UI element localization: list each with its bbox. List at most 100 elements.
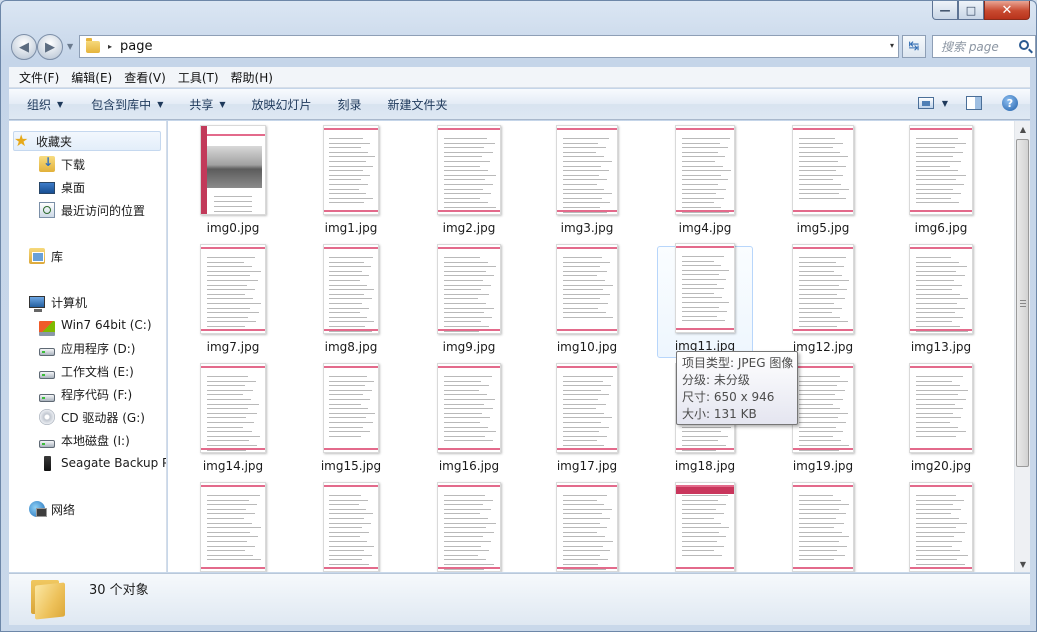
breadcrumb-page[interactable]: page bbox=[120, 39, 152, 54]
image-thumbnail bbox=[323, 125, 379, 215]
scroll-thumb[interactable] bbox=[1016, 139, 1029, 467]
organize-button[interactable]: 组织 ▼ bbox=[19, 96, 73, 113]
nav-desktop-label: 桌面 bbox=[61, 180, 86, 195]
file-item[interactable]: img14.jpg bbox=[185, 363, 281, 477]
image-thumbnail bbox=[675, 243, 735, 333]
tooltip-type: 项目类型: JPEG 图像 bbox=[682, 356, 794, 370]
menu-tools[interactable]: 工具(T) bbox=[172, 69, 225, 86]
file-item[interactable]: img1.jpg bbox=[303, 125, 399, 239]
file-item[interactable] bbox=[185, 482, 281, 572]
nav-network[interactable]: 网络 bbox=[29, 499, 75, 519]
nav-desktop[interactable]: 桌面 bbox=[39, 177, 85, 197]
slideshow-button[interactable]: 放映幻灯片 bbox=[244, 96, 322, 113]
address-bar[interactable]: ▸ page ▾ bbox=[79, 35, 899, 58]
file-item[interactable] bbox=[657, 482, 753, 572]
file-item[interactable] bbox=[893, 482, 989, 572]
search-icon[interactable] bbox=[1019, 40, 1029, 50]
search-input[interactable] bbox=[941, 39, 1015, 54]
file-name: img1.jpg bbox=[324, 221, 378, 235]
image-thumbnail bbox=[909, 363, 973, 453]
file-item[interactable]: img7.jpg bbox=[185, 244, 281, 358]
file-name: img17.jpg bbox=[556, 459, 618, 473]
hard-disk-icon bbox=[39, 371, 55, 379]
minimize-button[interactable]: — bbox=[932, 1, 958, 20]
file-item[interactable]: img9.jpg bbox=[421, 244, 517, 358]
search-box[interactable] bbox=[932, 35, 1036, 58]
scroll-down-button[interactable]: ▼ bbox=[1015, 556, 1031, 572]
details-pane: 30 个对象 bbox=[9, 573, 1030, 625]
file-name: img3.jpg bbox=[560, 221, 614, 235]
image-thumbnail bbox=[200, 482, 266, 572]
share-button[interactable]: 共享 ▼ bbox=[181, 96, 235, 113]
file-item[interactable]: img11.jpg bbox=[657, 243, 753, 358]
nav-recent-places[interactable]: 最近访问的位置 bbox=[39, 200, 145, 220]
command-bar-right: ▼ ? bbox=[917, 95, 1018, 111]
file-item[interactable]: img8.jpg bbox=[303, 244, 399, 358]
file-name: img13.jpg bbox=[910, 340, 972, 354]
nav-favorites[interactable]: ★ 收藏夹 bbox=[13, 131, 161, 151]
image-thumbnail bbox=[323, 482, 379, 572]
menu-view[interactable]: 查看(V) bbox=[118, 69, 172, 86]
file-item[interactable]: img2.jpg bbox=[421, 125, 517, 239]
file-item[interactable]: img6.jpg bbox=[893, 125, 989, 239]
file-item[interactable]: img17.jpg bbox=[539, 363, 635, 477]
nav-libraries-label: 库 bbox=[51, 249, 64, 264]
image-thumbnail bbox=[909, 125, 973, 215]
drive-label: 工作文档 (E:) bbox=[61, 364, 134, 379]
tooltip-size: 大小: 131 KB bbox=[682, 407, 757, 421]
menu-edit[interactable]: 编辑(E) bbox=[65, 69, 118, 86]
file-item[interactable]: img3.jpg bbox=[539, 125, 635, 239]
file-item[interactable] bbox=[539, 482, 635, 572]
file-item[interactable] bbox=[303, 482, 399, 572]
file-item[interactable] bbox=[775, 482, 871, 572]
change-view-icon[interactable] bbox=[917, 97, 934, 109]
nav-downloads[interactable]: 下载 bbox=[39, 154, 85, 174]
recent-pages-dropdown[interactable]: ▼ bbox=[67, 42, 73, 51]
file-item[interactable]: img20.jpg bbox=[893, 363, 989, 477]
chevron-down-icon: ▼ bbox=[57, 99, 64, 109]
file-item[interactable]: img15.jpg bbox=[303, 363, 399, 477]
new-folder-button[interactable]: 新建文件夹 bbox=[380, 96, 458, 113]
file-item[interactable]: img0.jpg bbox=[185, 125, 281, 239]
breadcrumb-separator[interactable]: ▸ bbox=[108, 42, 112, 51]
nav-drive-g[interactable]: CD 驱动器 (G:) bbox=[39, 407, 145, 427]
file-name: img15.jpg bbox=[320, 459, 382, 473]
refresh-button[interactable]: ↹ bbox=[902, 35, 926, 58]
windows-drive-icon bbox=[39, 321, 55, 336]
menu-file[interactable]: 文件(F) bbox=[13, 69, 65, 86]
nav-drive-d[interactable]: 应用程序 (D:) bbox=[39, 338, 135, 358]
burn-button[interactable]: 刻录 bbox=[330, 96, 372, 113]
nav-drive-e[interactable]: 工作文档 (E:) bbox=[39, 361, 134, 381]
nav-drive-i[interactable]: 本地磁盘 (I:) bbox=[39, 430, 130, 450]
vertical-scrollbar[interactable]: ▲ ▼ bbox=[1014, 121, 1030, 572]
view-options-dropdown[interactable]: ▼ bbox=[942, 99, 948, 108]
file-item[interactable]: img10.jpg bbox=[539, 244, 635, 358]
file-item[interactable]: img16.jpg bbox=[421, 363, 517, 477]
file-item[interactable]: img5.jpg bbox=[775, 125, 871, 239]
maximize-button[interactable]: □ bbox=[958, 1, 984, 20]
address-dropdown[interactable]: ▾ bbox=[890, 41, 894, 50]
file-item[interactable]: img12.jpg bbox=[775, 244, 871, 358]
help-icon[interactable]: ? bbox=[1002, 95, 1018, 111]
nav-libraries[interactable]: 库 bbox=[29, 246, 63, 266]
menu-help[interactable]: 帮助(H) bbox=[225, 69, 279, 86]
nav-drive-c[interactable]: Win7 64bit (C:) bbox=[39, 315, 152, 336]
image-thumbnail bbox=[556, 244, 618, 334]
nav-computer[interactable]: 计算机 bbox=[29, 292, 87, 312]
preview-pane-icon[interactable] bbox=[966, 96, 982, 110]
file-item[interactable]: img13.jpg bbox=[893, 244, 989, 358]
back-button[interactable]: ◀ bbox=[11, 34, 37, 60]
include-in-library-button[interactable]: 包含到库中 ▼ bbox=[83, 96, 173, 113]
file-item[interactable]: img4.jpg bbox=[657, 125, 753, 239]
file-item[interactable] bbox=[421, 482, 517, 572]
nav-drive-f[interactable]: 程序代码 (F:) bbox=[39, 384, 132, 404]
file-name: img14.jpg bbox=[202, 459, 264, 473]
forward-button[interactable]: ▶ bbox=[37, 34, 63, 60]
close-button[interactable]: ✕ bbox=[984, 1, 1030, 20]
grip-icon bbox=[1020, 300, 1026, 307]
scroll-up-button[interactable]: ▲ bbox=[1015, 121, 1031, 137]
navigation-row: ◀ ▶ ▼ ▸ page ▾ ↹ bbox=[9, 33, 1036, 61]
menu-bar: 文件(F) 编辑(E) 查看(V) 工具(T) 帮助(H) bbox=[9, 67, 1030, 88]
nav-drive-seagate[interactable]: Seagate Backup P bbox=[39, 453, 166, 473]
image-thumbnail bbox=[675, 482, 735, 572]
